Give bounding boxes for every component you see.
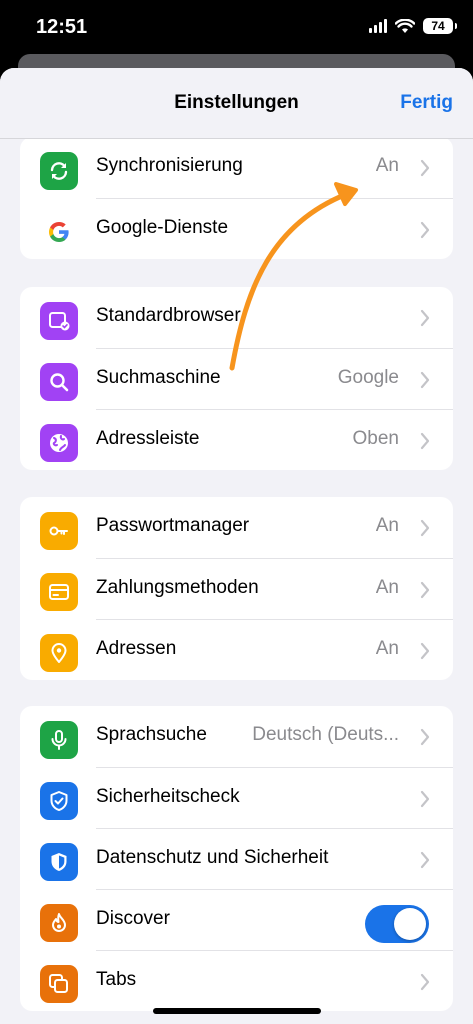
settings-row-google-dienste[interactable]: Google-Dienste bbox=[20, 198, 453, 259]
shield-check-icon bbox=[40, 782, 78, 820]
discover-toggle[interactable] bbox=[365, 905, 429, 943]
row-body: Sicherheitscheck bbox=[96, 767, 453, 828]
row-body: Suchmaschine Google bbox=[96, 348, 453, 409]
search-icon bbox=[40, 363, 78, 401]
settings-row-discover[interactable]: Discover bbox=[20, 889, 453, 950]
row-body: Google-Dienste bbox=[96, 198, 453, 259]
status-icons: 74 bbox=[369, 18, 457, 34]
settings-row-adressleiste[interactable]: Adressleiste Oben bbox=[20, 409, 453, 470]
settings-row-suchmaschine[interactable]: Suchmaschine Google bbox=[20, 348, 453, 409]
row-body: Zahlungsmethoden An bbox=[96, 558, 453, 619]
row-label: Adressen bbox=[96, 638, 177, 659]
chevron-right-icon bbox=[417, 728, 433, 746]
chevron-right-icon bbox=[417, 790, 433, 808]
row-value: An bbox=[375, 638, 399, 659]
chevron-right-icon bbox=[417, 309, 433, 327]
status-time: 12:51 bbox=[36, 16, 88, 38]
battery-indicator: 74 bbox=[423, 18, 457, 34]
chevron-right-icon bbox=[417, 371, 433, 389]
settings-group: Sprachsuche Deutsch (Deuts... Sicherheitsc… bbox=[20, 706, 453, 1011]
flame-icon bbox=[40, 904, 78, 942]
done-button[interactable]: Fertig bbox=[400, 92, 453, 114]
row-label: Tabs bbox=[96, 969, 137, 990]
privacy-shield-icon bbox=[40, 843, 78, 881]
row-value: An bbox=[375, 577, 399, 598]
row-body: Discover bbox=[96, 889, 453, 950]
row-label: Adressleiste bbox=[96, 428, 200, 449]
row-body: Passwortmanager An bbox=[96, 497, 453, 558]
key-icon bbox=[40, 512, 78, 550]
tabs-icon bbox=[40, 965, 78, 1003]
credit-card-icon bbox=[40, 573, 78, 611]
row-value: Oben bbox=[352, 428, 399, 449]
settings-row-standardbrowser[interactable]: Standardbrowser bbox=[20, 287, 453, 348]
row-label: Sprachsuche bbox=[96, 724, 207, 745]
chevron-right-icon bbox=[417, 642, 433, 660]
settings-row-tabs[interactable]: Tabs bbox=[20, 950, 453, 1011]
navigation-bar: Einstellungen Fertig bbox=[0, 68, 473, 139]
row-label: Standardbrowser bbox=[96, 305, 241, 326]
google-icon bbox=[40, 213, 78, 251]
row-value: Google bbox=[337, 367, 399, 388]
chevron-right-icon bbox=[417, 432, 433, 450]
row-label: Discover bbox=[96, 908, 170, 929]
chevron-right-icon bbox=[417, 973, 433, 991]
wifi-icon bbox=[395, 18, 415, 33]
globe-icon bbox=[40, 424, 78, 462]
row-body: Datenschutz und Sicherheit bbox=[96, 828, 453, 889]
sync-icon bbox=[40, 152, 78, 190]
location-pin-icon bbox=[40, 634, 78, 672]
settings-sheet: Einstellungen Fertig Synchronisierung An G… bbox=[0, 68, 473, 1024]
row-label: Sicherheitscheck bbox=[96, 786, 240, 807]
settings-row-passwortmanager[interactable]: Passwortmanager An bbox=[20, 497, 453, 558]
settings-group: Synchronisierung An Google-Dienste bbox=[20, 137, 453, 259]
row-body: Sprachsuche Deutsch (Deuts... bbox=[96, 706, 453, 767]
settings-row-sicherheitscheck[interactable]: Sicherheitscheck bbox=[20, 767, 453, 828]
status-bar: 12:51 74 bbox=[0, 0, 473, 60]
cellular-signal-icon bbox=[369, 19, 387, 33]
chevron-right-icon bbox=[417, 221, 433, 239]
home-indicator bbox=[153, 1008, 321, 1014]
settings-list[interactable]: Synchronisierung An Google-Dienste Standard… bbox=[0, 137, 473, 1024]
settings-row-datenschutz-und-sicherheit[interactable]: Datenschutz und Sicherheit bbox=[20, 828, 453, 889]
settings-row-zahlungsmethoden[interactable]: Zahlungsmethoden An bbox=[20, 558, 453, 619]
row-body: Adressen An bbox=[96, 619, 453, 680]
row-value: An bbox=[375, 155, 399, 176]
settings-group: Standardbrowser Suchmaschine Google Adressl… bbox=[20, 287, 453, 470]
row-label: Suchmaschine bbox=[96, 367, 221, 388]
chevron-right-icon bbox=[417, 851, 433, 869]
chevron-right-icon bbox=[417, 159, 433, 177]
row-label: Datenschutz und Sicherheit bbox=[96, 847, 329, 868]
default-browser-icon bbox=[40, 302, 78, 340]
row-label: Synchronisierung bbox=[96, 155, 243, 176]
row-body: Standardbrowser bbox=[96, 287, 453, 348]
row-body: Synchronisierung An bbox=[96, 137, 453, 198]
row-label: Zahlungsmethoden bbox=[96, 577, 259, 598]
settings-group: Passwortmanager An Zahlungsmethoden An Adres… bbox=[20, 497, 453, 680]
row-body: Tabs bbox=[96, 950, 453, 1011]
chevron-right-icon bbox=[417, 519, 433, 537]
settings-row-sprachsuche[interactable]: Sprachsuche Deutsch (Deuts... bbox=[20, 706, 453, 767]
row-value: An bbox=[375, 515, 399, 536]
settings-row-adressen[interactable]: Adressen An bbox=[20, 619, 453, 680]
row-body: Adressleiste Oben bbox=[96, 409, 453, 470]
row-value: Deutsch (Deuts... bbox=[252, 724, 399, 745]
microphone-icon bbox=[40, 721, 78, 759]
row-label: Passwortmanager bbox=[96, 515, 250, 536]
settings-row-synchronisierung[interactable]: Synchronisierung An bbox=[20, 137, 453, 198]
chevron-right-icon bbox=[417, 581, 433, 599]
row-label: Google-Dienste bbox=[96, 217, 229, 238]
